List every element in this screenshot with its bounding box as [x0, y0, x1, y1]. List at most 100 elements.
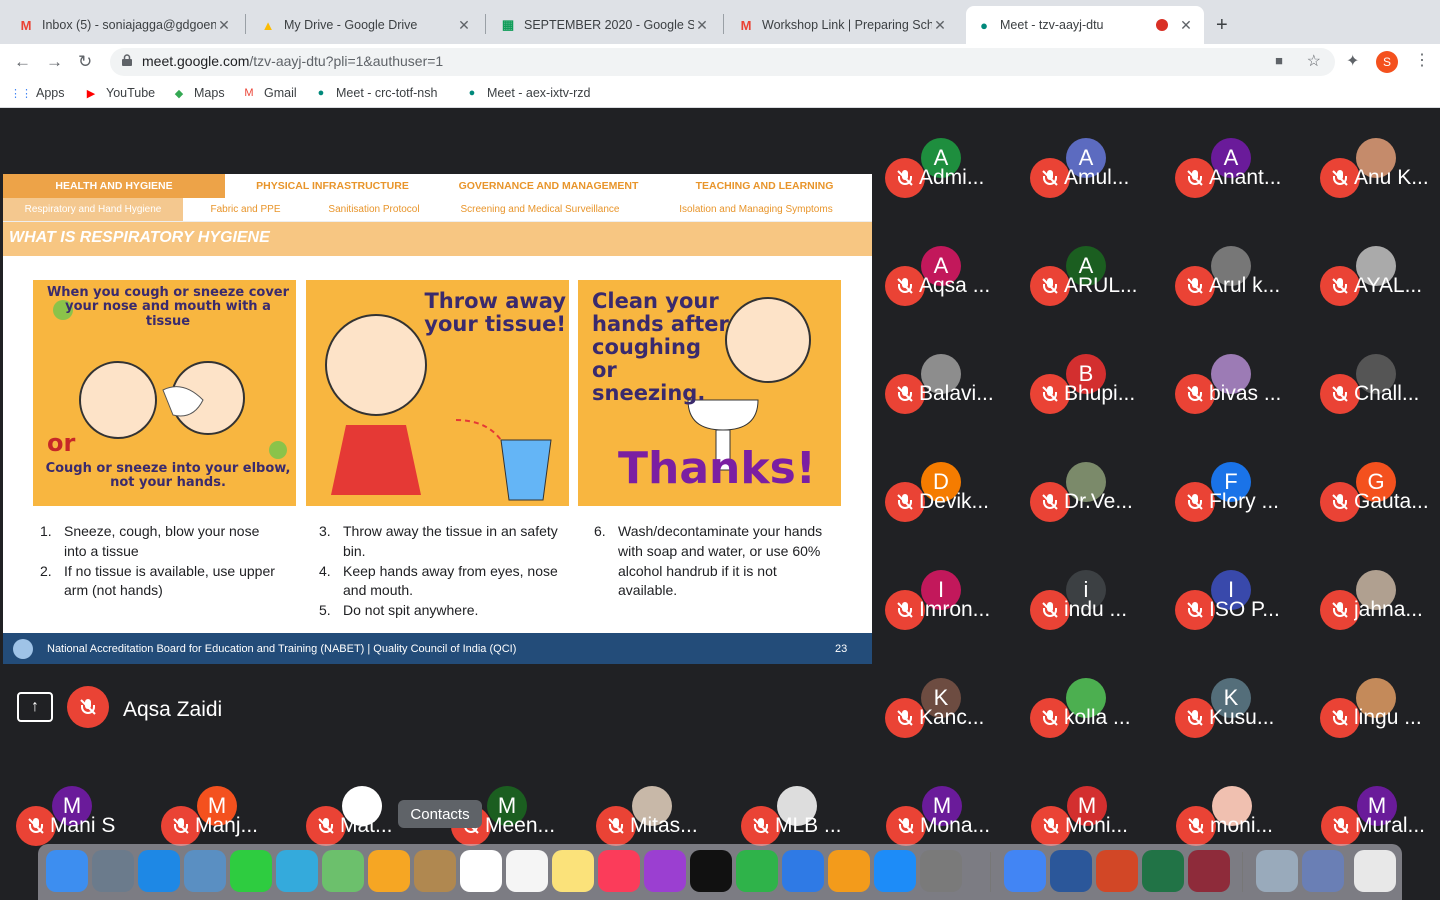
- new-tab-button[interactable]: +: [1216, 14, 1228, 37]
- participant-tile[interactable]: jahna...: [1318, 550, 1440, 658]
- address-toolbar: ← → ↻ meet.google.com/tzv-aayj-dtu?pli=1…: [0, 44, 1440, 80]
- browser-tab[interactable]: ● Meet - tzv-aayj-dtu ✕: [966, 6, 1204, 44]
- bookmark-item[interactable]: ● Meet - aex-ixtv-rzd: [465, 86, 591, 100]
- close-tab-icon[interactable]: ✕: [694, 17, 710, 34]
- present-screen-icon[interactable]: ↑: [17, 692, 53, 722]
- calendar-icon[interactable]: [460, 850, 502, 892]
- participant-tile[interactable]: I Imron...: [883, 550, 1028, 658]
- word-icon[interactable]: [1050, 850, 1092, 892]
- music-icon[interactable]: [598, 850, 640, 892]
- participant-tile[interactable]: Dr.Ve...: [1028, 442, 1173, 550]
- reload-icon[interactable]: ↻: [78, 52, 92, 72]
- safari-icon[interactable]: [138, 850, 180, 892]
- rar-icon[interactable]: [1188, 850, 1230, 892]
- screenshot-folder-icon[interactable]: [1256, 850, 1298, 892]
- contacts-icon[interactable]: [414, 850, 456, 892]
- list-number: 2.: [40, 562, 52, 579]
- system-preferences-icon[interactable]: [920, 850, 962, 892]
- menu-icon[interactable]: ⋮: [1414, 50, 1430, 70]
- participant-tile[interactable]: B Bhupi...: [1028, 334, 1173, 442]
- slide-tab[interactable]: PHYSICAL INFRASTRUCTURE: [225, 174, 440, 198]
- browser-tab[interactable]: M Inbox (5) - soniajagga@gdgoenka ✕: [8, 6, 242, 44]
- close-tab-icon[interactable]: ✕: [932, 17, 948, 34]
- finder-icon[interactable]: [46, 850, 88, 892]
- list-item: 1. Sneeze, cough, blow your nose into a t…: [40, 522, 280, 562]
- appstore-icon[interactable]: [874, 850, 916, 892]
- close-tab-icon[interactable]: ✕: [216, 17, 232, 34]
- downloads-icon[interactable]: [1302, 850, 1344, 892]
- star-icon[interactable]: ☆: [1307, 51, 1321, 71]
- drive-icon: ▲: [261, 17, 275, 33]
- participant-tile[interactable]: lingu ...: [1318, 658, 1440, 766]
- bookmark-item[interactable]: ◆ Maps: [172, 86, 225, 100]
- participant-tile[interactable]: K Kanc...: [883, 658, 1028, 766]
- participant-tile[interactable]: Anu K...: [1318, 118, 1440, 226]
- messages-icon[interactable]: [276, 850, 318, 892]
- bookmark-item[interactable]: ● Meet - crc-totf-nsh: [314, 86, 438, 100]
- camera-icon[interactable]: ■: [1275, 53, 1283, 68]
- participant-tile[interactable]: Arul k...: [1173, 226, 1318, 334]
- bookmark-item[interactable]: ▶ YouTube: [84, 86, 155, 100]
- launchpad-icon[interactable]: [92, 850, 134, 892]
- browser-tab[interactable]: ▲ My Drive - Google Drive ✕: [250, 6, 482, 44]
- close-tab-icon[interactable]: ✕: [1178, 17, 1194, 34]
- slide-tab[interactable]: TEACHING AND LEARNING: [657, 174, 872, 198]
- slide-subtab[interactable]: Screening and Medical Surveillance: [440, 198, 640, 221]
- slide-tab[interactable]: HEALTH AND HYGIENE: [3, 174, 225, 198]
- trash-icon[interactable]: [1354, 850, 1396, 892]
- maps-icon[interactable]: [322, 850, 364, 892]
- reminders-icon[interactable]: [506, 850, 548, 892]
- tab-title: Inbox (5) - soniajagga@gdgoenka: [42, 18, 216, 32]
- participant-tile[interactable]: D Devik...: [883, 442, 1028, 550]
- address-bar[interactable]: meet.google.com/tzv-aayj-dtu?pli=1&authu…: [110, 48, 1335, 76]
- participant-tile[interactable]: A Anant...: [1173, 118, 1318, 226]
- participant-tile[interactable]: K Kusu...: [1173, 658, 1318, 766]
- participant-tile[interactable]: Chall...: [1318, 334, 1440, 442]
- participant-tile[interactable]: kolla ...: [1028, 658, 1173, 766]
- tv-icon[interactable]: [690, 850, 732, 892]
- slide-tab[interactable]: GOVERNANCE AND MANAGEMENT: [440, 174, 657, 198]
- slide-subtab[interactable]: Isolation and Managing Symptoms: [640, 198, 872, 221]
- notes-icon[interactable]: [552, 850, 594, 892]
- list-text: Throw away the tissue in an safety bin.: [343, 523, 558, 559]
- chrome-icon[interactable]: [1004, 850, 1046, 892]
- participant-tile[interactable]: bivas ...: [1173, 334, 1318, 442]
- slide-subtab[interactable]: Fabric and PPE: [183, 198, 308, 221]
- participant-tile[interactable]: G Gauta...: [1318, 442, 1440, 550]
- pages-icon[interactable]: [828, 850, 870, 892]
- participant-tile[interactable]: i indu ...: [1028, 550, 1173, 658]
- back-icon[interactable]: ←: [14, 52, 31, 72]
- excel-icon[interactable]: [1142, 850, 1184, 892]
- browser-tab[interactable]: M Workshop Link | Preparing Schools✕: [728, 6, 958, 44]
- bookmark-item[interactable]: M Gmail: [242, 86, 296, 100]
- participant-tile[interactable]: F Flory ...: [1173, 442, 1318, 550]
- cough-illustration: When you cough or sneeze cover your nose…: [33, 280, 296, 506]
- participant-tile[interactable]: A ARUL...: [1028, 226, 1173, 334]
- participant-tile[interactable]: Balavi...: [883, 334, 1028, 442]
- participant-tile[interactable]: A Amul...: [1028, 118, 1173, 226]
- powerpoint-icon[interactable]: [1096, 850, 1138, 892]
- participant-name: Mitas...: [630, 814, 698, 837]
- preview-icon[interactable]: [184, 850, 226, 892]
- participant-tile[interactable]: A Aqsa ...: [883, 226, 1028, 334]
- extensions-icon[interactable]: ✦: [1346, 51, 1359, 71]
- slide-subtab[interactable]: Sanitisation Protocol: [308, 198, 440, 221]
- bookmark-item[interactable]: ⋮⋮ Apps: [10, 86, 65, 100]
- forward-icon[interactable]: →: [46, 52, 63, 72]
- participant-tile[interactable]: A Admi...: [883, 118, 1028, 226]
- presenter-muted-icon: [67, 686, 109, 728]
- tab-title: My Drive - Google Drive: [284, 18, 418, 32]
- participant-tile[interactable]: I ISO P...: [1173, 550, 1318, 658]
- participant-tile[interactable]: AYAL...: [1318, 226, 1440, 334]
- podcasts-icon[interactable]: [644, 850, 686, 892]
- browser-tab[interactable]: ▦ SEPTEMBER 2020 - Google Sheets✕: [490, 6, 720, 44]
- numbers-icon[interactable]: [736, 850, 778, 892]
- facetime-icon[interactable]: [230, 850, 272, 892]
- keynote-icon[interactable]: [782, 850, 824, 892]
- profile-avatar[interactable]: S: [1376, 51, 1398, 73]
- bookmark-label: Maps: [194, 86, 225, 100]
- slide-subtab[interactable]: Respiratory and Hand Hygiene: [3, 198, 183, 221]
- photos-icon[interactable]: [368, 850, 410, 892]
- close-tab-icon[interactable]: ✕: [456, 17, 472, 34]
- nabet-logo-icon: [13, 638, 33, 659]
